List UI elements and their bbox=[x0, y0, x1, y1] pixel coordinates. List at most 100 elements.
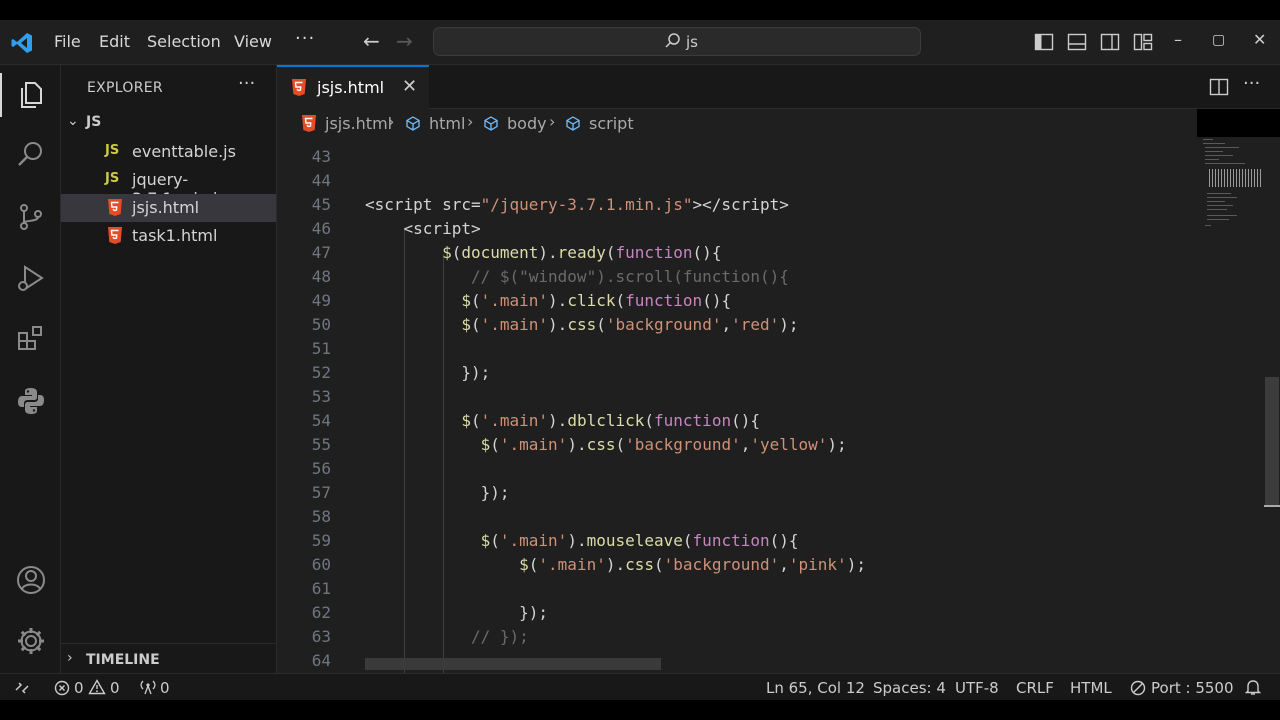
line-number: 46 bbox=[311, 219, 331, 238]
encoding[interactable]: UTF-8 bbox=[955, 679, 999, 697]
command-center-search[interactable]: js bbox=[433, 27, 921, 56]
search-icon bbox=[665, 33, 680, 48]
line-number: 60 bbox=[311, 555, 331, 574]
code-line: 45 <script src="/jquery-3.7.1.min.js"></… bbox=[277, 195, 1197, 219]
breadcrumb-script[interactable]: script bbox=[589, 114, 634, 133]
broadcast-icon[interactable] bbox=[139, 679, 157, 695]
code-text: // $("window").scroll(function(){ bbox=[365, 267, 789, 286]
timeline-section[interactable]: › TIMELINE bbox=[61, 643, 276, 674]
tab-jsjs-html[interactable]: jsjs.html ✕ bbox=[277, 65, 429, 109]
chevron-right-icon: › bbox=[67, 650, 73, 666]
error-count[interactable]: 0 bbox=[74, 679, 84, 697]
toggle-panel-icon[interactable] bbox=[1067, 32, 1087, 52]
minimize-button[interactable]: – bbox=[1174, 30, 1182, 49]
code-line: 48 // $("window").scroll(function(){ bbox=[277, 267, 1197, 291]
minimap-line bbox=[1207, 215, 1237, 216]
maximize-button[interactable]: ▢ bbox=[1212, 32, 1225, 48]
indentation[interactable]: Spaces: 4 bbox=[873, 679, 946, 697]
minimap-line bbox=[1203, 139, 1213, 140]
breadcrumb-body[interactable]: body bbox=[507, 114, 547, 133]
language-mode[interactable]: HTML bbox=[1070, 679, 1112, 697]
chevron-right-icon: › bbox=[549, 112, 556, 131]
breadcrumb: jsjs.html › html › body › script bbox=[277, 109, 1197, 137]
code-line: 57 }); bbox=[277, 483, 1197, 507]
extensions-icon[interactable] bbox=[15, 323, 47, 355]
horizontal-scrollbar[interactable] bbox=[365, 658, 661, 670]
code-line: 46 <script> bbox=[277, 219, 1197, 243]
live-server-port[interactable]: Port : 5500 bbox=[1151, 679, 1234, 697]
menu-view[interactable]: View bbox=[234, 32, 272, 51]
file-name: eventtable.js bbox=[132, 142, 236, 161]
code-text: }); bbox=[365, 363, 491, 382]
settings-gear-icon[interactable] bbox=[15, 625, 47, 657]
minimap-line bbox=[1205, 159, 1219, 160]
line-number: 47 bbox=[311, 243, 331, 262]
line-number: 63 bbox=[311, 627, 331, 646]
code-text: }); bbox=[365, 603, 549, 622]
explorer-more-icon[interactable]: ··· bbox=[238, 73, 255, 94]
source-control-icon[interactable] bbox=[15, 201, 47, 233]
html5-file-icon bbox=[108, 199, 122, 216]
code-comment: // $("window").scroll(function(){ bbox=[470, 267, 789, 286]
file-eventtable-js[interactable]: JS eventtable.js bbox=[61, 138, 276, 166]
cursor-position[interactable]: Ln 65, Col 12 bbox=[766, 679, 865, 697]
toggle-secondary-sidebar-icon[interactable] bbox=[1100, 32, 1120, 52]
symbol-element-icon bbox=[566, 116, 580, 131]
code-line: 60 $('.main').css('background','pink'); bbox=[277, 555, 1197, 579]
accounts-icon[interactable] bbox=[15, 564, 47, 596]
minimap-line bbox=[1207, 197, 1237, 198]
menu-file[interactable]: File bbox=[54, 32, 81, 51]
scrollbar-thumb[interactable] bbox=[1265, 377, 1279, 505]
line-number: 54 bbox=[311, 411, 331, 430]
close-window-button[interactable]: ✕ bbox=[1253, 30, 1266, 49]
line-number: 52 bbox=[311, 363, 331, 382]
line-number: 62 bbox=[311, 603, 331, 622]
code-text: <script src="/jquery-3.7.1.min.js"></scr… bbox=[365, 195, 789, 214]
error-icon[interactable] bbox=[54, 680, 70, 696]
line-number: 44 bbox=[311, 171, 331, 190]
explorer-sidebar: EXPLORER ··· ⌄ JS JS eventtable.js JS jq… bbox=[61, 65, 277, 673]
run-and-debug-icon[interactable] bbox=[15, 262, 47, 294]
warning-icon[interactable] bbox=[88, 679, 106, 695]
code-line: 51 bbox=[277, 339, 1197, 363]
split-editor-icon[interactable] bbox=[1209, 77, 1229, 97]
file-task1-html[interactable]: task1.html bbox=[61, 222, 276, 250]
code-editor[interactable]: 43 44 45 <script src="/jquery-3.7.1.min.… bbox=[277, 137, 1197, 673]
menu-edit[interactable]: Edit bbox=[99, 32, 130, 51]
breadcrumb-file[interactable]: jsjs.html bbox=[325, 114, 392, 133]
warning-count[interactable]: 0 bbox=[110, 679, 120, 697]
code-line: 61 bbox=[277, 579, 1197, 603]
python-icon[interactable] bbox=[15, 385, 47, 417]
menu-selection[interactable]: Selection bbox=[147, 32, 221, 51]
file-jsjs-html[interactable]: jsjs.html bbox=[61, 194, 276, 222]
script-src: "/jquery-3.7.1.min.js" bbox=[480, 195, 693, 214]
back-arrow-icon[interactable]: ← bbox=[363, 29, 380, 53]
chevron-right-icon: › bbox=[388, 112, 395, 131]
minimap-line bbox=[1207, 201, 1225, 202]
folder-js[interactable]: ⌄ JS bbox=[61, 111, 276, 135]
remote-icon[interactable] bbox=[14, 680, 30, 696]
minimap-line bbox=[1205, 225, 1211, 226]
customize-layout-icon[interactable] bbox=[1133, 32, 1153, 52]
vertical-scrollbar[interactable] bbox=[1264, 137, 1280, 673]
code-text: $('.main').mouseleave(function(){ bbox=[480, 531, 799, 550]
file-jquery-min-js[interactable]: JS jquery-3.7.1.min.js bbox=[61, 166, 276, 208]
minimap[interactable] bbox=[1197, 137, 1264, 673]
search-icon[interactable] bbox=[15, 138, 47, 170]
toggle-primary-sidebar-icon[interactable] bbox=[1034, 32, 1054, 52]
forward-arrow-icon[interactable]: → bbox=[396, 29, 413, 53]
code-line: 56 bbox=[277, 459, 1197, 483]
line-number: 43 bbox=[311, 147, 331, 166]
menu-more-icon[interactable]: ··· bbox=[295, 28, 315, 49]
title-bar: File Edit Selection View ··· ← → js – ▢ … bbox=[0, 20, 1280, 65]
line-number: 56 bbox=[311, 459, 331, 478]
end-of-line[interactable]: CRLF bbox=[1016, 679, 1054, 697]
letterbox-bottom bbox=[0, 700, 1280, 720]
editor-more-icon[interactable]: ··· bbox=[1243, 73, 1260, 94]
bell-icon[interactable] bbox=[1245, 679, 1261, 696]
code-line: 63 // }); bbox=[277, 627, 1197, 651]
close-icon[interactable]: ✕ bbox=[402, 76, 417, 97]
ports-count[interactable]: 0 bbox=[160, 679, 170, 697]
explorer-files-icon[interactable] bbox=[15, 79, 47, 111]
breadcrumb-html[interactable]: html bbox=[429, 114, 465, 133]
